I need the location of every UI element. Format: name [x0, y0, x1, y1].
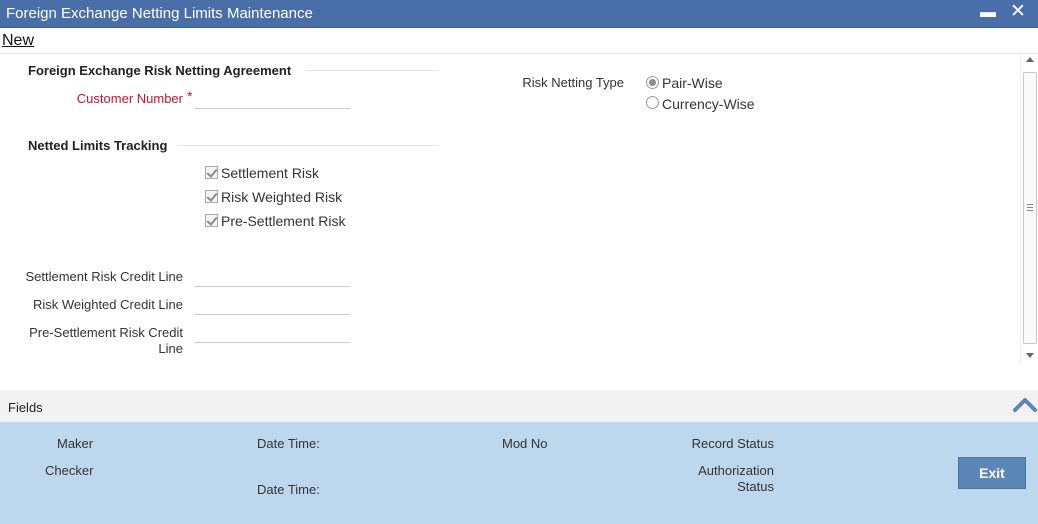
customer-number-label: Customer Number: [76, 91, 183, 106]
checker-date-time-label: Date Time:: [257, 482, 320, 497]
section-divider: [178, 145, 438, 146]
maker-date-time-label: Date Time:: [257, 436, 320, 451]
checker-label: Checker: [45, 463, 94, 478]
pre-settlement-risk-checkbox[interactable]: [205, 214, 218, 227]
authorization-status-label: Authorization: [698, 463, 774, 478]
risk-weighted-risk-label: Risk Weighted Risk: [221, 189, 343, 205]
customer-number-input[interactable]: [195, 89, 350, 109]
pre-settlement-credit-line-label: Pre-Settlement Risk Credit: [29, 325, 183, 340]
pair-wise-label: Pair-Wise: [662, 75, 723, 91]
exit-button[interactable]: Exit: [958, 457, 1026, 489]
risk-weighted-risk-checkbox[interactable]: [205, 190, 218, 203]
pre-settlement-risk-label: Pre-Settlement Risk: [221, 213, 346, 229]
grip-icon: [1027, 204, 1033, 211]
vertical-scrollbar[interactable]: [1020, 54, 1038, 364]
settlement-risk-label: Settlement Risk: [221, 165, 320, 181]
section-title-agreement: Foreign Exchange Risk Netting Agreement: [28, 63, 292, 78]
settlement-risk-checkbox[interactable]: [205, 166, 218, 179]
scroll-down-icon[interactable]: [1026, 353, 1034, 358]
pair-wise-radio[interactable]: [646, 76, 659, 89]
window-titlebar: Foreign Exchange Netting Limits Maintena…: [0, 0, 1038, 28]
fields-bar: Fields: [0, 390, 1038, 422]
close-icon[interactable]: ✕: [1009, 1, 1027, 23]
pre-settlement-credit-line-input[interactable]: [195, 323, 350, 343]
record-status-label: Record Status: [691, 436, 774, 451]
currency-wise-radio[interactable]: [646, 96, 659, 109]
scroll-up-icon[interactable]: [1026, 57, 1034, 62]
toolbar: New: [0, 29, 1038, 54]
collapse-icon[interactable]: [1013, 394, 1037, 414]
settlement-credit-line-input[interactable]: [195, 267, 350, 287]
main-form: Foreign Exchange Risk Netting Agreement …: [0, 54, 1020, 390]
window-title: Foreign Exchange Netting Limits Maintena…: [6, 5, 313, 22]
risk-netting-type-label: Risk Netting Type: [522, 75, 624, 90]
settlement-credit-line-label: Settlement Risk Credit Line: [25, 269, 183, 284]
new-link[interactable]: New: [2, 32, 34, 50]
section-divider: [305, 70, 438, 71]
audit-footer: Maker Checker Date Time: Date Time: Mod …: [0, 422, 1038, 524]
pre-settlement-credit-line-label-cont: Line: [158, 341, 183, 356]
section-title-tracking: Netted Limits Tracking: [28, 138, 168, 153]
required-marker: *: [187, 88, 193, 104]
currency-wise-label: Currency-Wise: [662, 96, 755, 112]
risk-weighted-credit-line-input[interactable]: [195, 295, 350, 315]
maker-label: Maker: [57, 436, 94, 451]
scrollbar-thumb[interactable]: [1023, 72, 1037, 344]
authorization-status-label-cont: Status: [737, 479, 774, 494]
fields-label[interactable]: Fields: [8, 400, 43, 415]
risk-weighted-credit-line-label: Risk Weighted Credit Line: [32, 297, 183, 312]
minimize-icon[interactable]: ▬: [980, 3, 996, 23]
mod-no-label: Mod No: [502, 436, 548, 451]
